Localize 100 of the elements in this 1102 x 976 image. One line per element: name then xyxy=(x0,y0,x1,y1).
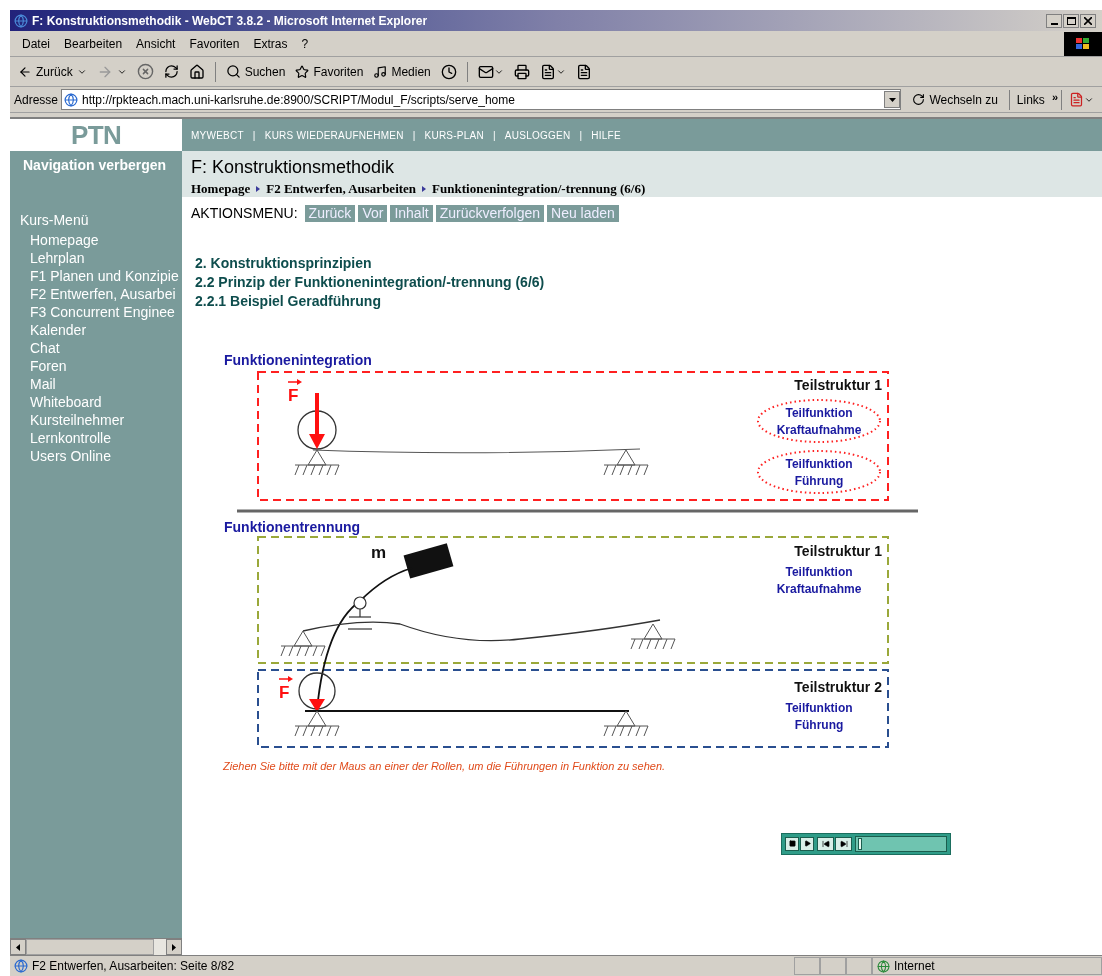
go-arrow-icon xyxy=(912,93,926,106)
hide-navigation-link[interactable]: Navigation verbergen xyxy=(10,151,182,176)
star-icon xyxy=(295,64,310,79)
separator-text: | xyxy=(493,128,496,143)
sidebar-link[interactable]: Whiteboard xyxy=(10,393,182,411)
stop-icon xyxy=(788,840,796,847)
breadcrumb-link[interactable]: Homepage xyxy=(191,179,251,199)
nav-link[interactable]: AUSLOGGEN xyxy=(504,127,571,143)
breadcrumb-arrow-icon xyxy=(422,185,427,192)
action-button[interactable]: Inhalt xyxy=(390,205,433,222)
diagram-heading: Funktionentrennung xyxy=(224,519,361,535)
previous-button[interactable] xyxy=(817,836,834,851)
go-button[interactable]: Wechseln zu xyxy=(904,88,1006,111)
status-text: F2 Entwerfen, Ausarbeiten: Seite 8/82 xyxy=(32,958,236,975)
page-icon xyxy=(14,959,28,973)
section-heading: 2. Konstruktionsprinzipien xyxy=(195,254,373,273)
action-button[interactable]: Vor xyxy=(358,205,388,222)
media-button[interactable]: Medien xyxy=(369,59,435,84)
support-icon xyxy=(294,710,340,737)
sidebar-link[interactable]: Users Online xyxy=(10,447,182,465)
vector-arrow-icon xyxy=(287,379,302,385)
function-label: Kraftaufnahme xyxy=(776,582,862,596)
scroll-thumb[interactable] xyxy=(26,939,154,955)
force-label: F xyxy=(279,683,290,702)
next-button[interactable] xyxy=(835,836,852,851)
menu-item[interactable]: ? xyxy=(301,34,309,53)
diagram-heading: Funktionenintegration xyxy=(224,352,372,368)
back-button[interactable]: Zurück xyxy=(14,59,91,84)
nav-link[interactable]: KURS-PLAN xyxy=(424,127,484,143)
menu-item[interactable]: Extras xyxy=(253,34,288,53)
sidebar-link[interactable]: Chat xyxy=(10,339,182,357)
right-arrow-icon xyxy=(172,943,176,951)
sidebar-link[interactable]: F3 Concurrent Enginee xyxy=(10,303,182,321)
joint-icon xyxy=(353,596,367,610)
action-button[interactable]: Neu laden xyxy=(547,205,619,222)
sidebar-link[interactable]: Kursteilnehmer xyxy=(10,411,182,429)
search-button[interactable]: Suchen xyxy=(221,59,290,84)
separator-text: | xyxy=(412,128,416,143)
browser-icon xyxy=(14,13,28,28)
structure-label: Teilstruktur 1 xyxy=(794,377,882,393)
force-arrow xyxy=(309,699,325,712)
windows-logo-icon xyxy=(1064,31,1102,56)
seek-track[interactable] xyxy=(855,835,947,852)
document-icon xyxy=(539,63,556,80)
sidebar-link[interactable]: Kalender xyxy=(10,321,182,339)
security-zone: Internet xyxy=(894,958,935,975)
separator-text: | xyxy=(579,128,583,143)
scroll-left-button[interactable] xyxy=(10,939,26,955)
nav-link[interactable]: HILFE xyxy=(591,127,621,143)
dropdown-button[interactable] xyxy=(884,91,901,108)
stop-button[interactable] xyxy=(785,836,799,851)
sidebar-link[interactable]: Lehrplan xyxy=(10,249,182,267)
nav-link[interactable]: MYWEBCT xyxy=(191,127,244,143)
links-button[interactable]: Links xyxy=(1012,90,1049,109)
section-heading: 2.2 Prinzip der Funktionenintegration/-trennung (6/6) xyxy=(195,273,546,292)
structure-label: Teilstruktur 1 xyxy=(794,543,882,559)
minimize-button[interactable] xyxy=(1046,13,1062,28)
breadcrumb-link[interactable]: F2 Entwerfen, Ausarbeiten xyxy=(266,179,417,199)
force-arrow xyxy=(309,393,325,449)
function-label: Kraftaufnahme xyxy=(776,423,862,437)
scroll-right-button[interactable] xyxy=(166,939,182,955)
function-label: Teilfunktion xyxy=(785,457,853,471)
window-title: F: Konstruktionsmethodik - WebCT 3.8.2 - Microsoft Internet Explorer xyxy=(32,12,429,30)
sidebar-link[interactable]: Homepage xyxy=(10,231,182,249)
force-label: F xyxy=(288,386,299,405)
globe-icon xyxy=(877,959,890,973)
sidebar-link[interactable]: F1 Planen und Konzipie xyxy=(10,267,182,285)
separator-text: | xyxy=(252,128,256,143)
favorites-button[interactable]: Favoriten xyxy=(291,59,368,84)
search-icon xyxy=(225,64,241,79)
document-icon xyxy=(1069,92,1084,107)
support-icon xyxy=(603,449,649,476)
seek-thumb[interactable] xyxy=(857,837,862,850)
menu-item[interactable]: Favoriten xyxy=(189,34,240,53)
menu-item[interactable]: Datei xyxy=(22,34,50,53)
close-button[interactable] xyxy=(1080,13,1096,28)
menu-item[interactable]: Bearbeiten xyxy=(64,34,123,53)
sidebar-link[interactable]: Foren xyxy=(10,357,182,375)
support-icon xyxy=(280,630,326,657)
function-label: Teilfunktion xyxy=(785,565,853,579)
action-button[interactable]: Zurück xyxy=(304,205,356,222)
breadcrumb-link[interactable]: Funktionenintegration/-trennung (6/6) xyxy=(432,179,646,199)
action-menu-label: AKTIONSMENU: xyxy=(191,204,298,223)
nav-link[interactable]: KURS WIEDERAUFNEHMEN xyxy=(264,127,404,143)
skip-back-icon xyxy=(821,839,830,848)
logo: PTN xyxy=(70,122,122,148)
support-icon xyxy=(294,449,340,476)
play-button[interactable] xyxy=(800,836,814,851)
maximize-button[interactable] xyxy=(1063,13,1079,28)
sidebar-link[interactable]: Lernkontrolle xyxy=(10,429,182,447)
section-heading: 2.2.1 Beispiel Geradführung xyxy=(195,292,382,311)
horizontal-scrollbar[interactable] xyxy=(10,938,182,955)
address-field[interactable]: http://rpkteach.mach.uni-karlsruhe.de:8900/SCRIPT/Modul_F/scripts/serve_home xyxy=(61,89,902,110)
sidebar-link[interactable]: F2 Entwerfen, Ausarbei xyxy=(10,285,182,303)
sidebar-link[interactable]: Mail xyxy=(10,375,182,393)
minimize-icon xyxy=(1050,22,1058,25)
function-label: Führung xyxy=(794,474,844,488)
menu-item[interactable]: Ansicht xyxy=(136,34,176,53)
chevron-button[interactable]: » xyxy=(1051,89,1058,106)
action-button[interactable]: Zurückverfolgen xyxy=(435,205,545,222)
